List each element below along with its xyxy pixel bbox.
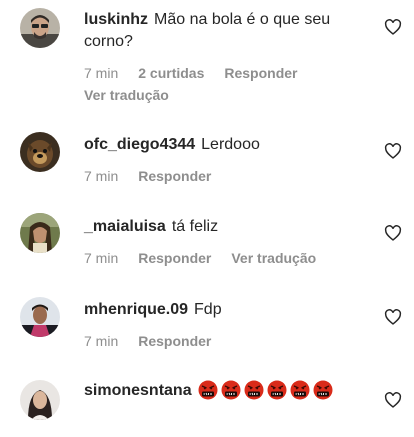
username[interactable]: ofc_diego4344 — [84, 136, 195, 153]
avatar-image — [20, 132, 60, 172]
angry-cursing-face-emoji — [313, 380, 333, 400]
avatar-image — [20, 380, 60, 420]
comment-time: 7 min — [84, 168, 119, 184]
username[interactable]: mhenrique.09 — [84, 301, 188, 318]
comment-time: 7 min — [84, 65, 119, 81]
angry-cursing-face-emoji — [267, 380, 287, 400]
avatar-image — [20, 8, 60, 48]
see-translation-button[interactable]: Ver tradução — [84, 87, 169, 103]
comment-body: mhenrique.09 Fdp — [84, 299, 374, 321]
avatar-image — [20, 297, 60, 337]
username[interactable]: luskinhz — [84, 11, 148, 28]
avatar[interactable] — [20, 132, 60, 172]
avatar[interactable] — [20, 8, 60, 48]
comment-meta: 7 min 2 curtidas Responder — [84, 65, 318, 81]
reply-button[interactable]: Responder — [224, 65, 297, 81]
avatar[interactable] — [20, 380, 60, 420]
angry-cursing-face-emoji — [198, 380, 218, 400]
comment-text: tá feliz — [171, 218, 219, 235]
username[interactable]: simonesntana — [84, 382, 192, 399]
comment-meta: 7 min Responder — [84, 333, 231, 349]
comment-body: ofc_diego4344 Lerdooo — [84, 134, 374, 156]
username[interactable]: _maialuisa — [84, 218, 166, 235]
comment-body: simonesntana — [84, 380, 384, 407]
avatar-image — [20, 213, 60, 253]
angry-cursing-face-emoji — [244, 380, 264, 400]
comment-body: luskinhz Mão na bola é o que seu corno? — [84, 9, 374, 53]
reply-button[interactable]: Responder — [138, 168, 211, 184]
likes-count[interactable]: 2 curtidas — [138, 65, 204, 81]
comment-text: Lerdooo — [201, 136, 260, 153]
heart-outline-icon[interactable] — [384, 143, 402, 159]
heart-outline-icon[interactable] — [384, 19, 402, 35]
heart-outline-icon[interactable] — [384, 392, 402, 408]
angry-cursing-face-emoji — [221, 380, 241, 400]
reply-button[interactable]: Responder — [138, 333, 211, 349]
comment-time: 7 min — [84, 250, 119, 266]
avatar[interactable] — [20, 213, 60, 253]
heart-outline-icon[interactable] — [384, 225, 402, 241]
comment-meta: 7 min Responder — [84, 168, 231, 184]
comment-meta: 7 min Responder Ver tradução — [84, 250, 336, 266]
avatar[interactable] — [20, 297, 60, 337]
see-translation-button[interactable]: Ver tradução — [231, 250, 316, 266]
comment-time: 7 min — [84, 333, 119, 349]
angry-cursing-face-emoji — [290, 380, 310, 400]
comment-text: Fdp — [194, 301, 222, 318]
comment-body: _maialuisa tá feliz — [84, 216, 374, 238]
heart-outline-icon[interactable] — [384, 309, 402, 325]
reply-button[interactable]: Responder — [138, 250, 211, 266]
emoji-row — [198, 380, 336, 407]
